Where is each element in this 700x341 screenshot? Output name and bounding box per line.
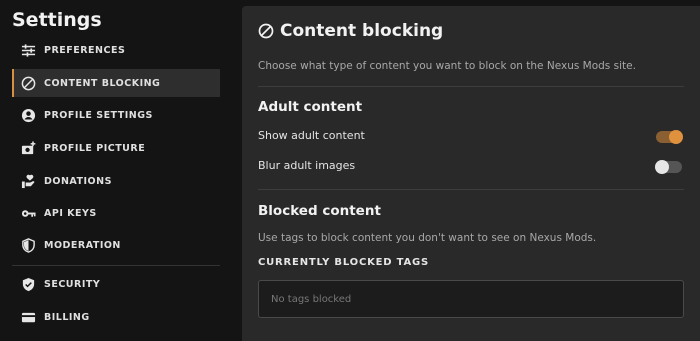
sidebar-item-label: BILLING	[44, 311, 90, 323]
shield-check-icon	[20, 276, 36, 292]
credit-card-icon	[20, 309, 36, 325]
toggle-knob	[669, 130, 683, 144]
donation-hand-icon	[20, 173, 36, 189]
block-icon	[20, 75, 36, 91]
sidebar-item-security[interactable]: SECURITY	[12, 270, 220, 298]
sliders-icon	[20, 42, 36, 58]
page-title: Content blocking	[258, 21, 443, 41]
sidebar-item-label: MODERATION	[44, 239, 121, 251]
settings-sidebar: Settings PREFERENCES CONTENT BLOCKING PR…	[0, 0, 232, 335]
blocked-tags-placeholder: No tags blocked	[271, 293, 352, 305]
sidebar-item-label: PREFERENCES	[44, 44, 126, 56]
blur-adult-images-toggle[interactable]	[655, 160, 682, 174]
adult-content-heading: Adult content	[258, 99, 363, 115]
blur-adult-images-label: Blur adult images	[258, 159, 356, 172]
content-blocking-panel: Content blocking Choose what type of con…	[242, 6, 700, 341]
add-photo-icon	[20, 140, 36, 156]
sidebar-item-donations[interactable]: DONATIONS	[12, 167, 220, 195]
sidebar-item-label: PROFILE PICTURE	[44, 142, 146, 154]
sidebar-item-label: DONATIONS	[44, 175, 112, 187]
user-circle-icon	[20, 107, 36, 123]
blocked-content-heading: Blocked content	[258, 203, 381, 219]
show-adult-content-toggle[interactable]	[656, 130, 683, 144]
key-icon	[20, 205, 36, 221]
sidebar-item-profile-settings[interactable]: PROFILE SETTINGS	[12, 101, 220, 129]
sidebar-item-api-keys[interactable]: API KEYS	[12, 199, 220, 227]
blocked-tags-label: CURRENTLY BLOCKED TAGS	[258, 257, 430, 268]
sidebar-item-billing[interactable]: BILLING	[12, 303, 220, 331]
sidebar-item-profile-picture[interactable]: PROFILE PICTURE	[12, 134, 220, 162]
sidebar-item-content-blocking[interactable]: CONTENT BLOCKING	[12, 69, 220, 97]
sidebar-item-label: API KEYS	[44, 207, 97, 219]
sidebar-item-label: SECURITY	[44, 278, 101, 290]
show-adult-content-label: Show adult content	[258, 129, 365, 142]
sidebar-item-moderation[interactable]: MODERATION	[12, 231, 220, 259]
shield-half-icon	[20, 237, 36, 253]
block-icon	[258, 23, 274, 39]
sidebar-item-label: PROFILE SETTINGS	[44, 109, 153, 121]
page-title-text: Content blocking	[280, 21, 444, 41]
sidebar-title: Settings	[12, 9, 102, 31]
blocked-content-description: Use tags to block content you don't want…	[258, 232, 597, 244]
page-description: Choose what type of content you want to …	[258, 60, 636, 72]
toggle-knob	[655, 160, 669, 174]
section-divider	[258, 189, 684, 190]
sidebar-item-preferences[interactable]: PREFERENCES	[12, 36, 220, 64]
sidebar-item-label: CONTENT BLOCKING	[44, 77, 161, 89]
sidebar-divider	[12, 265, 220, 266]
blocked-tags-input[interactable]: No tags blocked	[258, 280, 684, 318]
section-divider	[258, 86, 684, 87]
